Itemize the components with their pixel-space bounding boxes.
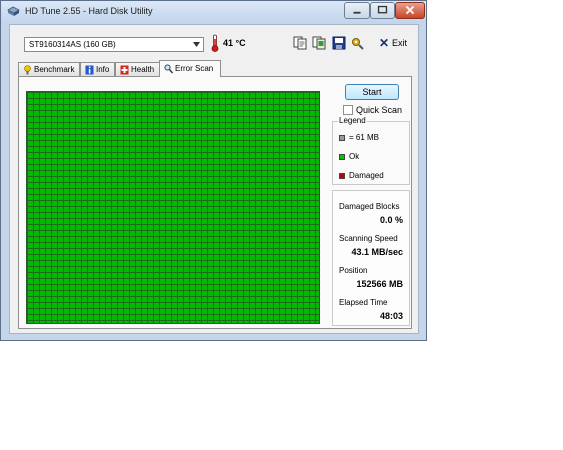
title-bar[interactable]: HD Tune 2.55 - Hard Disk Utility [1, 1, 426, 23]
drive-select[interactable]: ST9160314AS (160 GB) [24, 37, 204, 52]
legend-damaged-swatch [339, 173, 345, 179]
hdtune-app-icon [7, 6, 20, 16]
start-button[interactable]: Start [345, 84, 399, 100]
scan-block-grid [26, 91, 320, 324]
tab-info[interactable]: Info [80, 62, 115, 76]
elapsed-time-value: 48:03 [379, 311, 403, 321]
app-window: HD Tune 2.55 - Hard Disk Utility ST91603… [0, 0, 427, 341]
close-window-button[interactable] [395, 2, 425, 19]
exit-button[interactable]: ✕ Exit [377, 35, 415, 51]
thermometer-icon [211, 34, 219, 52]
damaged-blocks-value: 0.0 % [379, 215, 403, 225]
scanning-speed-value: 43.1 MB/sec [351, 247, 403, 257]
elapsed-time-label: Elapsed Time [339, 298, 388, 307]
tab-strip: Benchmark Info Health Error Scan [18, 60, 418, 77]
tab-benchmark[interactable]: Benchmark [18, 62, 80, 76]
legend-ok-swatch [339, 154, 345, 160]
legend-damaged-label: Damaged [349, 171, 384, 180]
chevron-down-icon [193, 42, 200, 47]
main-client-area: ST9160314AS (160 GB) 41 °C ✕ Exit Benchm… [9, 24, 419, 334]
tab-benchmark-label: Benchmark [34, 65, 75, 74]
scanning-speed-label: Scanning Speed [339, 234, 398, 243]
damaged-blocks-label: Damaged Blocks [339, 202, 400, 211]
quick-scan-checkbox[interactable] [343, 105, 353, 115]
start-button-label: Start [362, 87, 382, 97]
temperature-readout: 41 °C [223, 38, 246, 48]
drive-select-value: ST9160314AS (160 GB) [29, 40, 116, 49]
benchmark-icon [24, 65, 31, 75]
position-label: Position [339, 266, 368, 275]
window-title: HD Tune 2.55 - Hard Disk Utility [25, 6, 153, 16]
save-icon[interactable] [332, 36, 346, 50]
exit-label: Exit [392, 38, 408, 48]
position-value: 152566 MB [356, 279, 403, 289]
tab-error-scan[interactable]: Error Scan [159, 60, 221, 77]
legend-group: Legend = 61 MB Ok Damaged [332, 116, 410, 185]
error-scan-panel: Start Quick Scan Legend = 61 MB Ok Damag… [18, 76, 412, 329]
scan-stats: Damaged Blocks 0.0 % Scanning Speed 43.1… [332, 190, 410, 326]
tab-health-label: Health [131, 65, 155, 74]
close-icon [405, 5, 415, 15]
magnifier-icon [164, 64, 173, 74]
health-icon [120, 65, 129, 75]
copy-screenshot-icon[interactable] [312, 36, 326, 50]
exit-icon: ✕ [379, 36, 390, 50]
tab-health[interactable]: Health [115, 62, 160, 76]
minimize-button[interactable] [344, 2, 370, 19]
maximize-button[interactable] [370, 2, 395, 19]
legend-block-size: = 61 MB [349, 133, 380, 142]
tab-info-label: Info [96, 65, 110, 74]
legend-title: Legend [338, 116, 367, 125]
maximize-icon [377, 5, 388, 14]
legend-block-swatch [339, 135, 345, 141]
tab-error-scan-label: Error Scan [175, 64, 214, 73]
legend-ok-label: Ok [349, 152, 360, 161]
toolbar: ST9160314AS (160 GB) 41 °C ✕ Exit [10, 25, 418, 63]
minimize-icon [353, 11, 361, 14]
info-icon [85, 65, 94, 75]
copy-text-icon[interactable] [293, 36, 307, 50]
quick-scan-label[interactable]: Quick Scan [356, 105, 402, 115]
options-icon[interactable] [351, 36, 365, 50]
